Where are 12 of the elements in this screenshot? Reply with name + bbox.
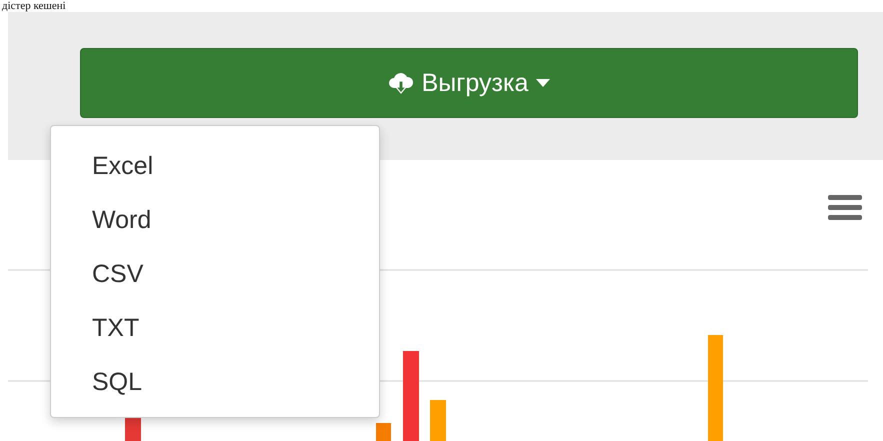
export-button[interactable]: Выгрузка (80, 48, 858, 118)
menu-item[interactable]: SQL (51, 363, 379, 417)
menu-item[interactable]: Word (51, 201, 379, 255)
menu-item[interactable]: TXT (51, 309, 379, 363)
menu-item[interactable]: CSV (51, 255, 379, 309)
chart-bar (376, 423, 391, 441)
cloud-download-icon (388, 71, 414, 95)
menu-item[interactable]: Excel (51, 147, 379, 201)
chart-bar (430, 400, 446, 441)
menu-icon[interactable] (828, 195, 862, 221)
caret-icon (536, 79, 550, 87)
document-text: дістер кешені (2, 0, 66, 12)
